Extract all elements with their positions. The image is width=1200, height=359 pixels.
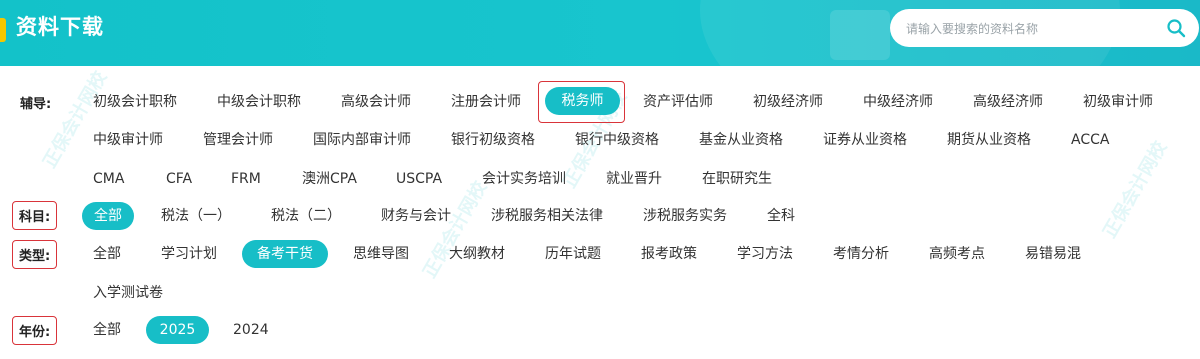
filter-option[interactable]: FRM [231, 170, 261, 188]
filter-option[interactable]: 2024 [233, 321, 269, 339]
filter-option[interactable]: 初级会计职称 [93, 93, 177, 111]
filter-label-nianfen: 年份: [12, 316, 58, 345]
filter-option[interactable]: 基金从业资格 [699, 131, 783, 149]
filter-option[interactable]: 银行中级资格 [575, 131, 659, 149]
filter-option[interactable]: 银行初级资格 [451, 131, 535, 149]
filter-option[interactable]: 期货从业资格 [947, 131, 1031, 149]
filter-option[interactable]: ACCA [1071, 131, 1109, 149]
filter-option[interactable]: 高级会计师 [341, 93, 411, 111]
filter-option[interactable]: USCPA [396, 170, 442, 188]
filter-option[interactable]: 税法（一） [161, 207, 231, 225]
page-title: 资料下载 [16, 15, 104, 39]
filter-option[interactable]: 易错易混 [1025, 245, 1081, 263]
filter-option[interactable]: 学习方法 [737, 245, 793, 263]
filter-option-selected[interactable]: 全部 [82, 202, 134, 230]
filter-option[interactable]: CMA [93, 170, 124, 188]
filter-option[interactable]: 中级经济师 [863, 93, 933, 111]
title-accent-bar [0, 18, 6, 42]
filter-option[interactable]: 资产评估师 [643, 93, 713, 111]
search-icon[interactable] [1166, 18, 1186, 38]
header-bar: 资料下载 [0, 0, 1200, 66]
filter-option[interactable]: CFA [166, 170, 192, 188]
filter-option[interactable]: 税法（二） [271, 207, 341, 225]
filter-option[interactable]: 大纲教材 [449, 245, 505, 263]
watermark: 正保会计网校 [419, 177, 492, 282]
filter-option[interactable]: 历年试题 [545, 245, 601, 263]
filter-option[interactable]: 全科 [767, 207, 795, 225]
filter-label-kemu: 科目: [12, 201, 58, 230]
download-decoration-icon [830, 10, 890, 60]
filter-option[interactable]: 就业晋升 [606, 170, 662, 188]
filter-label-fudao: 辅导: [20, 97, 52, 112]
filter-option[interactable]: 中级会计职称 [217, 93, 301, 111]
search-box [890, 9, 1199, 47]
filter-option[interactable]: 澳洲CPA [302, 170, 357, 188]
filter-option[interactable]: 全部 [93, 321, 121, 339]
filter-option[interactable]: 涉税服务实务 [643, 207, 727, 225]
filter-option-selected[interactable]: 备考干货 [242, 240, 328, 268]
search-input[interactable] [904, 18, 1158, 40]
filter-option[interactable]: 初级经济师 [753, 93, 823, 111]
filter-option[interactable]: 涉税服务相关法律 [491, 207, 603, 225]
filter-option[interactable]: 高频考点 [929, 245, 985, 263]
filter-option[interactable]: 证券从业资格 [823, 131, 907, 149]
filter-option[interactable]: 中级审计师 [93, 131, 163, 149]
filter-option[interactable]: 管理会计师 [203, 131, 273, 149]
filter-option[interactable]: 在职研究生 [702, 170, 772, 188]
filter-option[interactable]: 高级经济师 [973, 93, 1043, 111]
watermark: 正保会计网校 [39, 67, 112, 172]
filter-label-leixing: 类型: [12, 240, 58, 269]
filter-option[interactable]: 入学测试卷 [93, 284, 163, 302]
filter-option[interactable]: 财务与会计 [381, 207, 451, 225]
filter-option-selected[interactable]: 2025 [146, 316, 209, 344]
filter-option[interactable]: 初级审计师 [1083, 93, 1153, 111]
watermark: 正保会计网校 [1099, 137, 1172, 242]
filter-option[interactable]: 思维导图 [353, 245, 409, 263]
filter-option[interactable]: 会计实务培训 [482, 170, 566, 188]
filter-option[interactable]: 学习计划 [161, 245, 217, 263]
filter-option[interactable]: 报考政策 [641, 245, 697, 263]
filter-option[interactable]: 考情分析 [833, 245, 889, 263]
filter-option[interactable]: 注册会计师 [451, 93, 521, 111]
filter-option[interactable]: 国际内部审计师 [313, 131, 411, 149]
filter-option-selected[interactable]: 税务师 [545, 87, 620, 115]
filter-option[interactable]: 全部 [93, 245, 121, 263]
